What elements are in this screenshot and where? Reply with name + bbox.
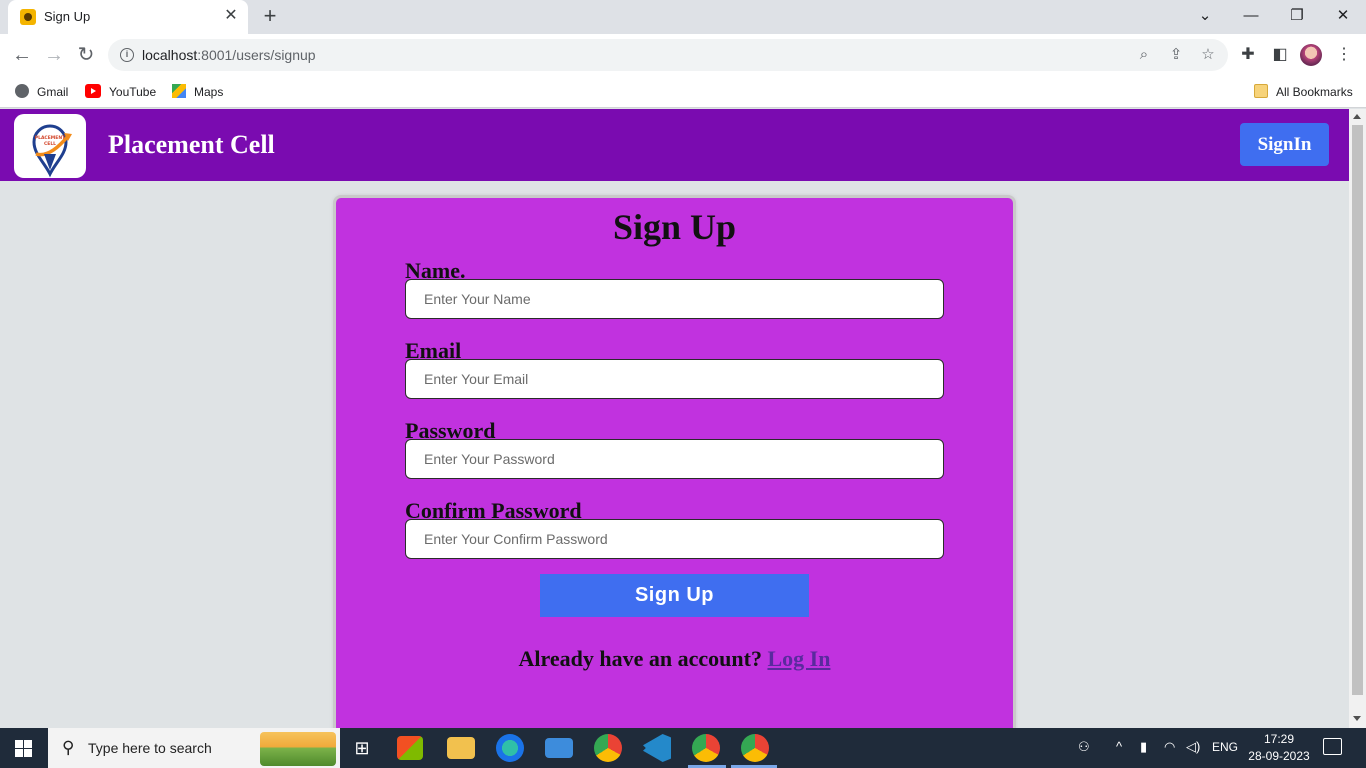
edge-icon[interactable] [496, 734, 524, 762]
reload-icon[interactable]: ↻ [74, 43, 98, 67]
browser-tab[interactable]: Sign Up ✕ [8, 0, 248, 34]
tab-title: Sign Up [44, 9, 91, 24]
address-bar[interactable]: i localhost:8001/users/signup ⌕ ⇪ ☆ [108, 39, 1228, 71]
close-window-icon[interactable]: ✕ [1330, 4, 1356, 28]
menu-icon[interactable]: ⋮ [1332, 43, 1356, 67]
confirm-password-input[interactable] [405, 519, 944, 559]
task-view-icon[interactable]: ⊞ [348, 734, 376, 762]
login-link[interactable]: Log In [767, 646, 830, 671]
scroll-down-icon[interactable] [1353, 716, 1361, 721]
bookmark-star-icon[interactable]: ☆ [1198, 45, 1218, 65]
network-icon[interactable]: ◠ [1164, 739, 1175, 755]
forward-icon[interactable]: → [42, 43, 66, 67]
password-input[interactable] [405, 439, 944, 479]
bookmark-gmail[interactable]: Gmail [15, 83, 68, 101]
volume-icon[interactable]: ◁) [1186, 739, 1200, 755]
profile-avatar[interactable] [1300, 44, 1322, 66]
back-icon[interactable]: ← [10, 43, 34, 67]
bookmarks-bar: Gmail YouTube Maps All Bookmarks [0, 76, 1366, 108]
signin-button[interactable]: SignIn [1240, 123, 1329, 166]
windows-taskbar: ⚲ Type here to search ⊞ ⚇ ^ ▮ ◠ ◁) ENG 1… [0, 728, 1366, 768]
svg-text:PLACEMENT: PLACEMENT [35, 135, 66, 141]
bookmark-maps[interactable]: Maps [172, 83, 223, 101]
clock-time: 17:29 [1263, 732, 1295, 746]
search-highlight-image [260, 732, 336, 766]
youtube-icon [85, 84, 101, 98]
page-scrollbar[interactable] [1349, 109, 1366, 728]
form-title: Sign Up [612, 207, 737, 247]
site-navbar: PLACEMENT CELL Placement Cell SignIn [0, 109, 1349, 181]
zoom-icon[interactable]: ⌕ [1134, 45, 1154, 65]
location-pin-icon: PLACEMENT CELL [32, 124, 72, 178]
file-explorer-icon[interactable] [447, 737, 475, 759]
store-icon[interactable] [397, 736, 423, 760]
bookmark-youtube[interactable]: YouTube [85, 83, 156, 101]
site-info-icon[interactable]: i [120, 48, 134, 62]
vscode-icon[interactable] [643, 734, 671, 762]
favicon-icon [20, 9, 36, 25]
extensions-icon[interactable]: ✚ [1236, 43, 1260, 67]
taskbar-search-text: Type here to search [88, 740, 212, 756]
language-indicator[interactable]: ENG [1212, 740, 1238, 754]
share-icon[interactable]: ⇪ [1166, 45, 1186, 65]
scroll-up-icon[interactable] [1353, 114, 1361, 119]
page-viewport: PLACEMENT CELL Placement Cell SignIn Sig… [0, 109, 1349, 728]
restore-icon[interactable]: ❐ [1284, 4, 1310, 28]
clock[interactable]: 17:29 28-09-2023 [1244, 731, 1314, 765]
chrome-icon[interactable] [594, 734, 622, 762]
signup-submit-button[interactable]: Sign Up [540, 574, 809, 617]
site-logo[interactable]: PLACEMENT CELL [14, 114, 86, 178]
chrome-active-icon[interactable] [741, 734, 769, 762]
email-input[interactable] [405, 359, 944, 399]
tab-search-icon[interactable]: ⌄ [1192, 4, 1218, 28]
folder-icon [1254, 84, 1268, 98]
signup-card: Sign Up Name. Email Password Confirm Pas… [336, 198, 1013, 728]
brand-title[interactable]: Placement Cell [108, 130, 275, 160]
maps-icon [172, 84, 186, 98]
svg-text:CELL: CELL [44, 141, 56, 147]
taskbar-search[interactable]: ⚲ Type here to search [48, 728, 340, 768]
mail-icon[interactable] [545, 738, 573, 758]
side-panel-icon[interactable]: ◧ [1268, 43, 1292, 67]
people-icon[interactable]: ⚇ [1078, 739, 1090, 755]
search-icon: ⚲ [62, 738, 75, 757]
tray-chevron-icon[interactable]: ^ [1116, 739, 1122, 754]
tab-strip: Sign Up ✕ + ⌄ — ❐ ✕ [0, 0, 1366, 34]
notifications-icon[interactable] [1323, 738, 1342, 755]
all-bookmarks[interactable]: All Bookmarks [1254, 83, 1353, 101]
scroll-thumb[interactable] [1352, 125, 1363, 695]
name-input[interactable] [405, 279, 944, 319]
windows-start-icon[interactable] [15, 740, 32, 757]
minimize-icon[interactable]: — [1238, 4, 1264, 28]
new-tab-button[interactable]: + [258, 5, 282, 29]
gmail-icon [15, 84, 29, 98]
chrome-profile-icon[interactable] [692, 734, 720, 762]
account-prompt-text: Already have an account? [518, 646, 762, 671]
clock-date: 28-09-2023 [1248, 749, 1310, 763]
url-text[interactable]: localhost:8001/users/signup [142, 47, 316, 63]
account-prompt: Already have an account? Log In [336, 646, 1013, 672]
browser-toolbar: ← → ↻ i localhost:8001/users/signup ⌕ ⇪ … [0, 34, 1366, 76]
microphone-icon[interactable]: ▮ [1140, 739, 1147, 755]
tab-close-icon[interactable]: ✕ [222, 7, 240, 25]
